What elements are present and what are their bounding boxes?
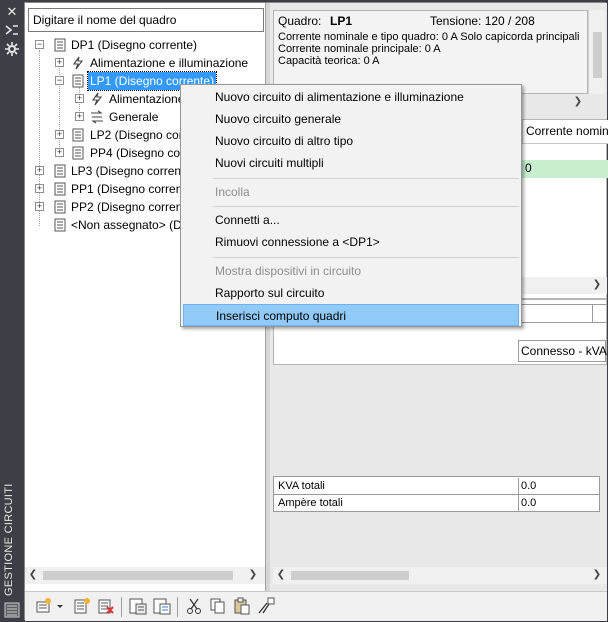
scroll-left-icon[interactable]: ❮: [27, 569, 39, 580]
panel-info-box: Quadro: LP1 Tensione: 120 / 208 Corrente…: [273, 10, 588, 94]
panel-schedule-report-icon[interactable]: [153, 597, 171, 615]
panelboard-icon: [71, 74, 85, 88]
tree-item-label: LP3 (Disegno corrent: [71, 164, 185, 178]
tree-item-label: DP1 (Disegno corrente): [71, 38, 198, 52]
tree-horizontal-scrollbar[interactable]: ❮ ❯: [25, 567, 265, 584]
panelboard-icon: [53, 200, 67, 214]
scroll-right-icon[interactable]: ❯: [591, 279, 603, 290]
palette-titlebar: ✕ GESTIONE CIRCUITI: [0, 0, 24, 622]
properties-gear-icon[interactable]: [4, 42, 20, 56]
bottom-toolbar: [25, 591, 607, 621]
tree-item-label: <Non assegnato> (D: [71, 218, 182, 232]
tree-item-label: Alimentazione: [109, 92, 185, 106]
panelboard-icon: [53, 38, 67, 52]
quadro-value: LP1: [330, 14, 353, 28]
menu-item-paste[interactable]: Incolla: [183, 181, 519, 203]
menu-item-remove-connection[interactable]: Rimuovi connessione a <DP1>: [183, 231, 519, 253]
panelboard-icon: [71, 146, 85, 160]
menu-item-new-multiple-circuits[interactable]: Nuovi circuiti multipli: [183, 152, 519, 174]
new-circuit-icon[interactable]: [35, 597, 53, 615]
info-vertical-scrollbar[interactable]: [588, 10, 605, 94]
scroll-right-icon[interactable]: ❯: [572, 96, 584, 107]
connect-circuit-icon[interactable]: [257, 597, 275, 615]
cut-icon[interactable]: [185, 597, 203, 615]
info-line: Capacità teorica: 0 A: [278, 55, 380, 67]
totals-row: Ampère totali 0.0: [274, 495, 599, 512]
scroll-left-icon[interactable]: ❮: [275, 569, 287, 580]
panel-search-input[interactable]: [28, 8, 264, 32]
tree-item-label: Alimentazione e illuminazione: [90, 56, 249, 70]
new-panel-icon[interactable]: [73, 597, 91, 615]
palette-title: GESTIONE CIRCUITI: [3, 483, 15, 596]
lightning-icon: [71, 56, 85, 70]
menu-item-new-power-lighting-circuit[interactable]: Nuovo circuito di alimentazione e illumi…: [183, 86, 519, 108]
panel-schedule-icon[interactable]: [129, 597, 147, 615]
tree-item-label: LP2 (Disegno cor: [90, 128, 183, 142]
tree-item-label: Generale: [109, 110, 159, 124]
delete-panel-icon[interactable]: [97, 597, 115, 615]
totals-table: KVA totali 0.0 Ampère totali 0.0: [273, 476, 600, 512]
tree-item-label: PP4 (Disegno cor: [90, 146, 185, 160]
menu-item-new-general-circuit[interactable]: Nuovo circuito generale: [183, 108, 519, 130]
dropdown-arrow-icon[interactable]: [55, 597, 65, 615]
tensione-text: Tensione: 120 / 208: [430, 14, 535, 28]
copy-icon[interactable]: [209, 597, 227, 615]
totals-value: 0.0: [518, 495, 598, 512]
scroll-thumb[interactable]: [593, 32, 602, 78]
lightning-icon: [90, 92, 104, 106]
menu-item-insert-panel-schedule[interactable]: Inserisci computo quadri: [183, 304, 519, 326]
panelboard-icon: [53, 218, 67, 232]
tree-item-label: PP1 (Disegno corrent: [71, 182, 186, 196]
totals-label: Ampère totali: [278, 497, 343, 509]
tree-item-label: PP2 (Disegno corrent: [71, 200, 186, 214]
info-line: Corrente nominale e tipo quadro: 0 A Sol…: [278, 31, 580, 43]
autohide-icon[interactable]: [4, 24, 20, 38]
scroll-right-icon[interactable]: ❯: [247, 569, 259, 580]
general-circuit-icon: [90, 110, 104, 124]
menu-item-show-devices[interactable]: Mostra dispositivi in circuito: [183, 260, 519, 282]
close-icon[interactable]: ✕: [4, 6, 20, 20]
panelboard-icon: [53, 164, 67, 178]
column-header[interactable]: Connesso - kVA: [518, 340, 607, 362]
details-horizontal-scrollbar[interactable]: ❮ ❯: [273, 567, 607, 584]
panelboard-icon: [53, 182, 67, 196]
totals-row: KVA totali 0.0: [274, 478, 599, 495]
menu-item-circuit-report[interactable]: Rapporto sul circuito: [183, 282, 519, 304]
paste-icon[interactable]: [233, 597, 251, 615]
menu-item-connect-to[interactable]: Connetti a...: [183, 209, 519, 231]
scroll-right-icon[interactable]: ❯: [591, 569, 603, 580]
panelboard-icon: [71, 128, 85, 142]
menu-item-new-other-circuit[interactable]: Nuovo circuito di altro tipo: [183, 130, 519, 152]
grid-cell[interactable]: 0: [522, 160, 608, 178]
column-header[interactable]: Corrente nomin: [522, 120, 608, 144]
palette-app-icon: [4, 602, 20, 618]
scroll-thumb[interactable]: [291, 571, 409, 580]
context-menu: Nuovo circuito di alimentazione e illumi…: [180, 84, 522, 327]
scroll-thumb[interactable]: [43, 571, 233, 580]
totals-value: 0.0: [518, 478, 598, 495]
quadro-label: Quadro:: [278, 14, 322, 28]
tree-item-circuit-group[interactable]: + Alimentazione e illuminazione: [55, 54, 265, 72]
tree-item-dp1[interactable]: − DP1 (Disegno corrente): [35, 36, 265, 54]
totals-label: KVA totali: [278, 480, 325, 492]
info-line: Corrente nominale principale: 0 A: [278, 43, 441, 55]
